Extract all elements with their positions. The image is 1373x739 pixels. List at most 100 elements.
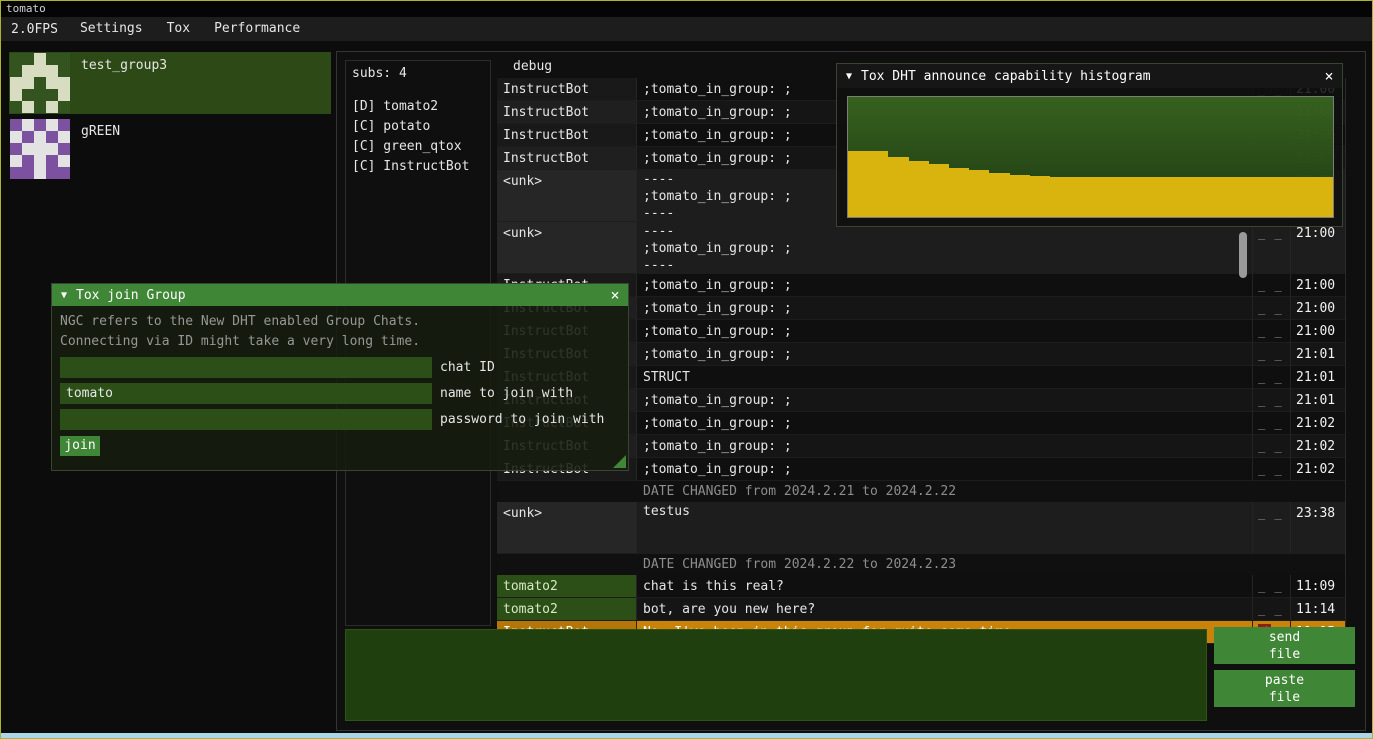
- avatar-pixel: [58, 101, 70, 113]
- menu-item-performance[interactable]: Performance: [202, 17, 312, 41]
- avatar-pixel: [22, 53, 34, 65]
- message-status: _ _: [1253, 575, 1291, 598]
- resize-grip[interactable]: [613, 455, 626, 468]
- avatar-pixel: [10, 65, 22, 77]
- message-status: _ _: [1253, 412, 1291, 435]
- chat-row[interactable]: <unk>testus_ _23:38: [497, 502, 1345, 554]
- message-text: ;tomato_in_group: ;: [637, 389, 1253, 412]
- menu-item-tox[interactable]: Tox: [155, 17, 202, 41]
- avatar-pixel: [10, 77, 22, 89]
- histogram-bar: [1191, 177, 1211, 217]
- histogram-bar: [1313, 177, 1333, 217]
- date-changed-row: DATE CHANGED from 2024.2.21 to 2024.2.22: [497, 481, 1345, 502]
- date-changed-row: DATE CHANGED from 2024.2.22 to 2024.2.23: [497, 554, 1345, 575]
- sender-name: InstructBot: [497, 101, 637, 124]
- collapse-arrow-icon[interactable]: ▼: [837, 71, 861, 82]
- histogram-bar: [969, 170, 989, 217]
- avatar-pixel: [46, 101, 58, 113]
- message-text: ;tomato_in_group: ;: [637, 458, 1253, 481]
- histogram-bar: [1131, 177, 1151, 217]
- member-item[interactable]: [C] InstructBot: [352, 157, 484, 177]
- tab-debug[interactable]: debug: [497, 56, 552, 78]
- avatar-pixel: [46, 119, 58, 131]
- message-text: ;tomato_in_group: ;: [637, 297, 1253, 320]
- group-name-label: test_group3: [81, 58, 167, 73]
- message-timestamp: 21:02: [1291, 435, 1345, 458]
- message-timestamp: 11:14: [1291, 598, 1345, 621]
- avatar-pixel: [22, 143, 34, 155]
- avatar-pixel: [46, 143, 58, 155]
- avatar-pixel: [46, 155, 58, 167]
- avatar-pixel: [58, 53, 70, 65]
- avatar-pixel: [34, 167, 46, 179]
- menu-items: SettingsToxPerformance: [68, 17, 312, 41]
- avatar-pixel: [10, 131, 22, 143]
- message-status: _ _: [1253, 343, 1291, 366]
- member-item[interactable]: [C] potato: [352, 117, 484, 137]
- message-timestamp: 21:00: [1291, 320, 1345, 343]
- dht-histogram-window: ▼ Tox DHT announce capability histogram …: [836, 63, 1343, 227]
- histogram-bar: [868, 151, 888, 217]
- name-to-join-with-input[interactable]: tomato: [60, 383, 432, 404]
- message-timestamp: 21:02: [1291, 412, 1345, 435]
- menu-bar: 2.0FPS SettingsToxPerformance: [1, 17, 1372, 41]
- menu-item-settings[interactable]: Settings: [68, 17, 155, 41]
- histogram-bar: [1292, 177, 1312, 217]
- message-text: chat is this real?: [637, 575, 1253, 598]
- avatar-pixel: [10, 101, 22, 113]
- close-icon[interactable]: ×: [1316, 67, 1342, 85]
- close-icon[interactable]: ×: [602, 286, 628, 304]
- message-text: ;tomato_in_group: ;: [637, 435, 1253, 458]
- sender-name: <unk>: [497, 502, 637, 554]
- member-item[interactable]: [C] green_qtox: [352, 137, 484, 157]
- histogram-bar: [1212, 177, 1232, 217]
- group-item-test_group3[interactable]: test_group3: [9, 52, 331, 114]
- histogram-window-title: Tox DHT announce capability histogram: [861, 69, 1316, 84]
- histogram-bar: [1070, 177, 1090, 217]
- avatar-pixel: [10, 155, 22, 167]
- chat-row[interactable]: tomato2bot, are you new here?_ _11:14: [497, 598, 1345, 621]
- message-input[interactable]: [345, 629, 1207, 721]
- sender-name: tomato2: [497, 575, 637, 598]
- message-text: ;tomato_in_group: ;: [637, 320, 1253, 343]
- avatar-pixel: [22, 65, 34, 77]
- avatar-pixel: [34, 143, 46, 155]
- message-status: _ _: [1253, 366, 1291, 389]
- fps-counter: 2.0FPS: [1, 22, 68, 37]
- paste-file-button[interactable]: paste file: [1214, 670, 1355, 707]
- send-file-button[interactable]: send file: [1214, 627, 1355, 664]
- message-timestamp: 21:00: [1291, 297, 1345, 320]
- sender-name: <unk>: [497, 222, 637, 274]
- avatar-pixel: [58, 119, 70, 131]
- group-avatar: [10, 119, 70, 179]
- avatar-pixel: [22, 89, 34, 101]
- message-text: STRUCT: [637, 366, 1253, 389]
- histogram-bar: [989, 173, 1009, 217]
- group-item-gREEN[interactable]: gREEN: [9, 118, 331, 180]
- join-field-row: tomatoname to join with: [60, 383, 620, 404]
- collapse-arrow-icon[interactable]: ▼: [52, 290, 76, 301]
- chat-scrollbar[interactable]: [1239, 232, 1247, 278]
- join-field-label: chat ID: [440, 360, 495, 375]
- message-timestamp: 21:00: [1291, 274, 1345, 297]
- message-text: bot, are you new here?: [637, 598, 1253, 621]
- window-titlebar: tomato: [1, 1, 1372, 17]
- avatar-pixel: [46, 131, 58, 143]
- histogram-bar: [1111, 177, 1131, 217]
- chat-row[interactable]: tomato2chat is this real?_ _11:09: [497, 575, 1345, 598]
- member-item[interactable]: [D] tomato2: [352, 97, 484, 117]
- message-timestamp: 21:00: [1291, 222, 1345, 274]
- group-name-label: gREEN: [81, 124, 120, 139]
- chat-ID-input[interactable]: [60, 357, 432, 378]
- sender-name: InstructBot: [497, 78, 637, 101]
- message-text: testus: [637, 502, 1253, 554]
- chat-row[interactable]: <unk>---- ;tomato_in_group: ; ----_ _21:…: [497, 222, 1345, 274]
- join-group-window: ▼ Tox join Group × NGC refers to the New…: [51, 283, 629, 471]
- message-status: _ _: [1253, 458, 1291, 481]
- message-timestamp: 11:09: [1291, 575, 1345, 598]
- avatar-pixel: [58, 89, 70, 101]
- password-to-join-with-input[interactable]: [60, 409, 432, 430]
- avatar-pixel: [22, 155, 34, 167]
- avatar-pixel: [58, 155, 70, 167]
- join-button[interactable]: join: [60, 436, 100, 456]
